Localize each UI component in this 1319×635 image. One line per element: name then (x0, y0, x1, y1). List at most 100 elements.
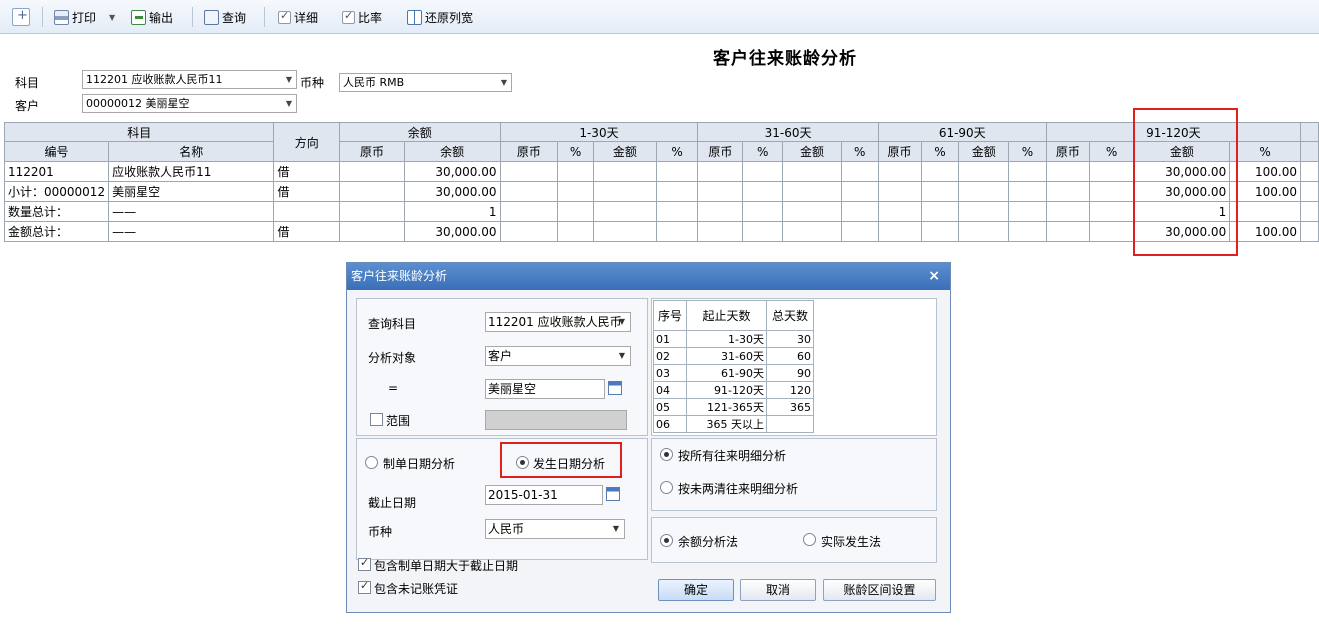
header-pct: % (1008, 141, 1047, 162)
interval-header: 总天数 (766, 300, 814, 331)
query-subject-value: 112201 应收账款人民币 (488, 315, 622, 329)
include-unposted-checkbox[interactable] (358, 579, 371, 594)
account-select[interactable]: 112201 应收账款人民币11 ▼ (82, 70, 297, 89)
header-pct: % (557, 141, 595, 162)
cell-pct-91-120 (1229, 201, 1301, 222)
analysis-object-label: 分析对象 (368, 351, 417, 365)
voucher-date-radio[interactable] (365, 456, 378, 469)
include-after-cutoff-label: 包含制单日期大于截止日期 (374, 559, 519, 573)
highlight-box-91-120 (1133, 108, 1238, 256)
header-code: 编号 (3, 141, 110, 162)
header-name: 名称 (108, 141, 275, 162)
export-button[interactable]: 输出 (131, 0, 173, 34)
currency-value: 人民币 RMB (343, 76, 405, 89)
interval-header: 序号 (653, 300, 687, 331)
cutoff-date-label: 截止日期 (368, 496, 417, 510)
close-icon[interactable]: × (928, 263, 940, 290)
balance-method-label: 余额分析法 (678, 535, 739, 549)
query-label: 查询 (222, 10, 247, 25)
all-detail-label: 按所有往来明细分析 (678, 449, 787, 463)
query-subject-select[interactable]: 112201 应收账款人民币 ▼ (485, 312, 631, 332)
all-detail-radio[interactable] (660, 448, 673, 461)
header-pct: % (920, 141, 960, 162)
aging-analysis-dialog: 客户往来账龄分析 × 查询科目 112201 应收账款人民币 ▼ 分析对象 客户… (346, 262, 951, 613)
interval-row[interactable]: 04 91-120天 120 (653, 381, 814, 399)
dialog-currency-label: 币种 (368, 525, 393, 539)
dialog-currency-select[interactable]: 人民币 ▼ (485, 519, 625, 539)
table-row[interactable]: 数量总计： —— 1 1 (3, 201, 1319, 222)
header-direction: 方向 (273, 122, 341, 162)
calendar-icon[interactable] (606, 487, 620, 501)
interval-range: 61-90天 (686, 364, 767, 382)
query-conditions-panel: 查询科目 112201 应收账款人民币 ▼ 分析对象 客户 ▼ = 美丽星空 范… (356, 298, 648, 436)
account-label: 科目 (15, 76, 40, 90)
header-31-60: 31-60天 (697, 122, 879, 142)
cell-code: 小计：00000012 (3, 181, 110, 202)
header-pct: % (742, 141, 784, 162)
include-after-cutoff-checkbox[interactable] (358, 556, 371, 571)
interval-days (766, 415, 814, 433)
customer-label: 客户 (15, 99, 40, 113)
interval-range: 121-365天 (686, 398, 767, 416)
print-button[interactable]: 打印 ▼ (54, 0, 115, 34)
cell-name: —— (108, 221, 275, 242)
cancel-button[interactable]: 取消 (740, 579, 816, 601)
export-icon (131, 9, 146, 25)
interval-seq: 04 (653, 381, 687, 399)
interval-settings-button[interactable]: 账龄区间设置 (823, 579, 936, 601)
range-label: 范围 (386, 414, 411, 428)
balance-method-radio[interactable] (660, 534, 673, 547)
restore-columns-button[interactable]: 还原列宽 (407, 0, 473, 34)
cell-name: —— (108, 201, 275, 222)
interval-row[interactable]: 02 31-60天 60 (653, 347, 814, 365)
lookup-icon[interactable] (608, 381, 622, 395)
dialog-title: 客户往来账龄分析 (351, 269, 448, 283)
ok-button[interactable]: 确定 (658, 579, 734, 601)
currency-select[interactable]: 人民币 RMB ▼ (339, 73, 512, 92)
query-button[interactable]: 查询 (204, 0, 246, 34)
account-value: 112201 应收账款人民币11 (86, 73, 223, 86)
table-row[interactable]: 金额总计： —— 借 30,000.00 30,000.00 100.00 (3, 221, 1319, 242)
cell-name: 应收账款人民币11 (108, 161, 275, 182)
analysis-object-select[interactable]: 客户 ▼ (485, 346, 631, 366)
interval-row[interactable]: 03 61-90天 90 (653, 364, 814, 382)
customer-select[interactable]: 00000012 美丽星空 ▼ (82, 94, 297, 113)
actual-method-radio[interactable] (803, 533, 816, 546)
uncleared-radio[interactable] (660, 481, 673, 494)
header-amount: 金额 (958, 141, 1010, 162)
header-extra (1299, 122, 1319, 142)
header-balance: 余额 (339, 122, 501, 142)
interval-row[interactable]: 06 365 天以上 (653, 415, 814, 433)
cell-balance: 30,000.00 (403, 161, 501, 182)
interval-row[interactable]: 01 1-30天 30 (653, 330, 814, 348)
cell-pct-91-120: 100.00 (1229, 161, 1301, 182)
header-orig: 原币 (877, 141, 922, 162)
object-input[interactable]: 美丽星空 (485, 379, 605, 399)
cell-balance: 30,000.00 (403, 181, 501, 202)
detail-label: 详细 (294, 10, 319, 25)
chevron-down-icon: ▼ (618, 317, 625, 326)
new-button[interactable] (12, 0, 30, 34)
range-checkbox[interactable] (370, 413, 383, 426)
checkbox-icon (342, 9, 355, 24)
aging-grid: 科目 方向 余额 1-30天 31-60天 61-90天 91-120天 编号 … (3, 122, 1319, 242)
cell-direction (273, 201, 341, 222)
header-pct: % (840, 141, 879, 162)
header-pct: % (1088, 141, 1135, 162)
header-pct: % (1229, 141, 1301, 162)
equals-label: = (388, 381, 399, 395)
table-row[interactable]: 小计：00000012 美丽星空 借 30,000.00 30,000.00 1… (3, 181, 1319, 202)
header-orig: 原币 (1045, 141, 1090, 162)
interval-days: 120 (766, 381, 814, 399)
cell-direction: 借 (273, 221, 341, 242)
table-row[interactable]: 112201 应收账款人民币11 借 30,000.00 30,000.00 1… (3, 161, 1319, 182)
interval-row[interactable]: 05 121-365天 365 (653, 398, 814, 416)
cutoff-date-input[interactable]: 2015-01-31 (485, 485, 603, 505)
chevron-down-icon[interactable]: ▼ (109, 13, 115, 22)
detail-toggle[interactable]: 详细 (278, 0, 318, 34)
ratio-toggle[interactable]: 比率 (342, 0, 382, 34)
cell-name: 美丽星空 (108, 181, 275, 202)
header-1-30: 1-30天 (499, 122, 699, 142)
cell-direction: 借 (273, 161, 341, 182)
cell-pct-91-120: 100.00 (1229, 181, 1301, 202)
